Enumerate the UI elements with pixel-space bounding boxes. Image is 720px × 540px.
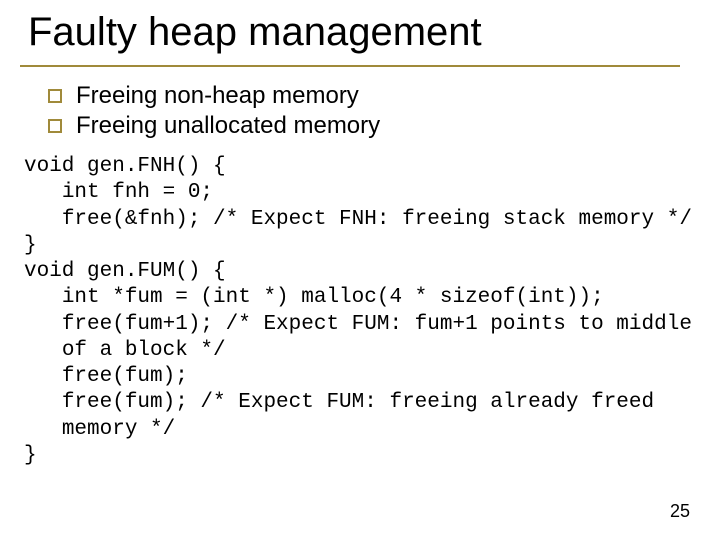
title-area: Faulty heap management	[20, 10, 700, 67]
code-block: void gen.FNH() { int fnh = 0; free(&fnh)…	[24, 154, 696, 469]
square-bullet-icon	[48, 119, 62, 133]
square-bullet-icon	[48, 89, 62, 103]
title-underline	[20, 65, 680, 67]
list-item: Freeing non-heap memory	[48, 82, 380, 110]
slide-title: Faulty heap management	[20, 10, 700, 61]
bullet-text: Freeing non-heap memory	[76, 82, 359, 110]
slide: Faulty heap management Freeing non-heap …	[0, 0, 720, 540]
slide-number: 25	[670, 501, 690, 522]
bullet-list: Freeing non-heap memory Freeing unalloca…	[48, 80, 380, 142]
bullet-text: Freeing unallocated memory	[76, 112, 380, 140]
list-item: Freeing unallocated memory	[48, 112, 380, 140]
